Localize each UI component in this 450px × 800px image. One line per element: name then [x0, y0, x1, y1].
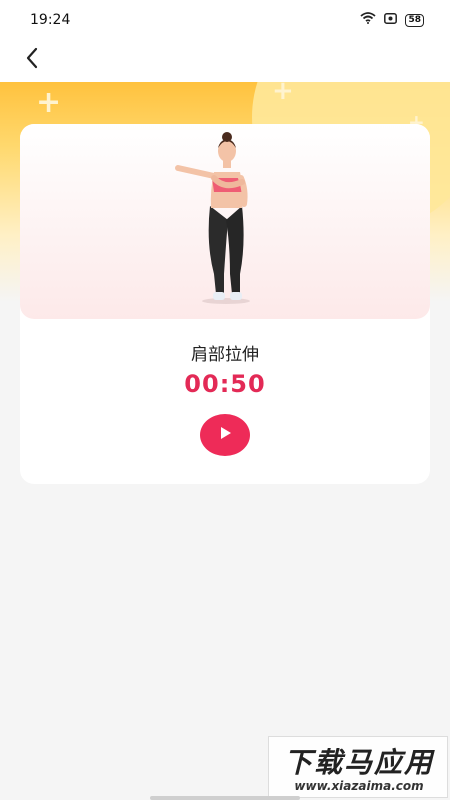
status-icons: 58	[360, 12, 424, 28]
battery-icon: 58	[405, 13, 424, 27]
plus-decoration-icon: +	[272, 82, 294, 106]
woman-stretching-icon	[175, 132, 250, 304]
play-button[interactable]	[200, 414, 250, 456]
back-button[interactable]	[16, 44, 48, 76]
exercise-illustration	[20, 124, 430, 319]
play-icon	[217, 425, 233, 445]
exercise-title: 肩部拉伸	[191, 345, 259, 365]
screen: 19:24 58 + + + 肩部拉伸 00:50 下载马应用 www.xiaz…	[0, 0, 450, 800]
status-time: 19:24	[30, 12, 71, 28]
chevron-left-icon	[25, 47, 39, 73]
status-bar: 19:24 58	[0, 0, 450, 40]
watermark-title: 下载马应用	[283, 746, 434, 779]
wifi-icon	[360, 12, 377, 28]
watermark: 下载马应用 www.xiazaima.com	[268, 736, 448, 798]
screen-record-icon	[384, 12, 398, 28]
exercise-card: 肩部拉伸 00:50	[20, 124, 430, 484]
countdown-timer: 00:50	[184, 370, 266, 398]
nav-bar	[0, 40, 450, 82]
watermark-url: www.xiazaima.com	[294, 779, 424, 793]
plus-decoration-icon: +	[36, 85, 62, 120]
home-indicator[interactable]	[150, 796, 300, 800]
